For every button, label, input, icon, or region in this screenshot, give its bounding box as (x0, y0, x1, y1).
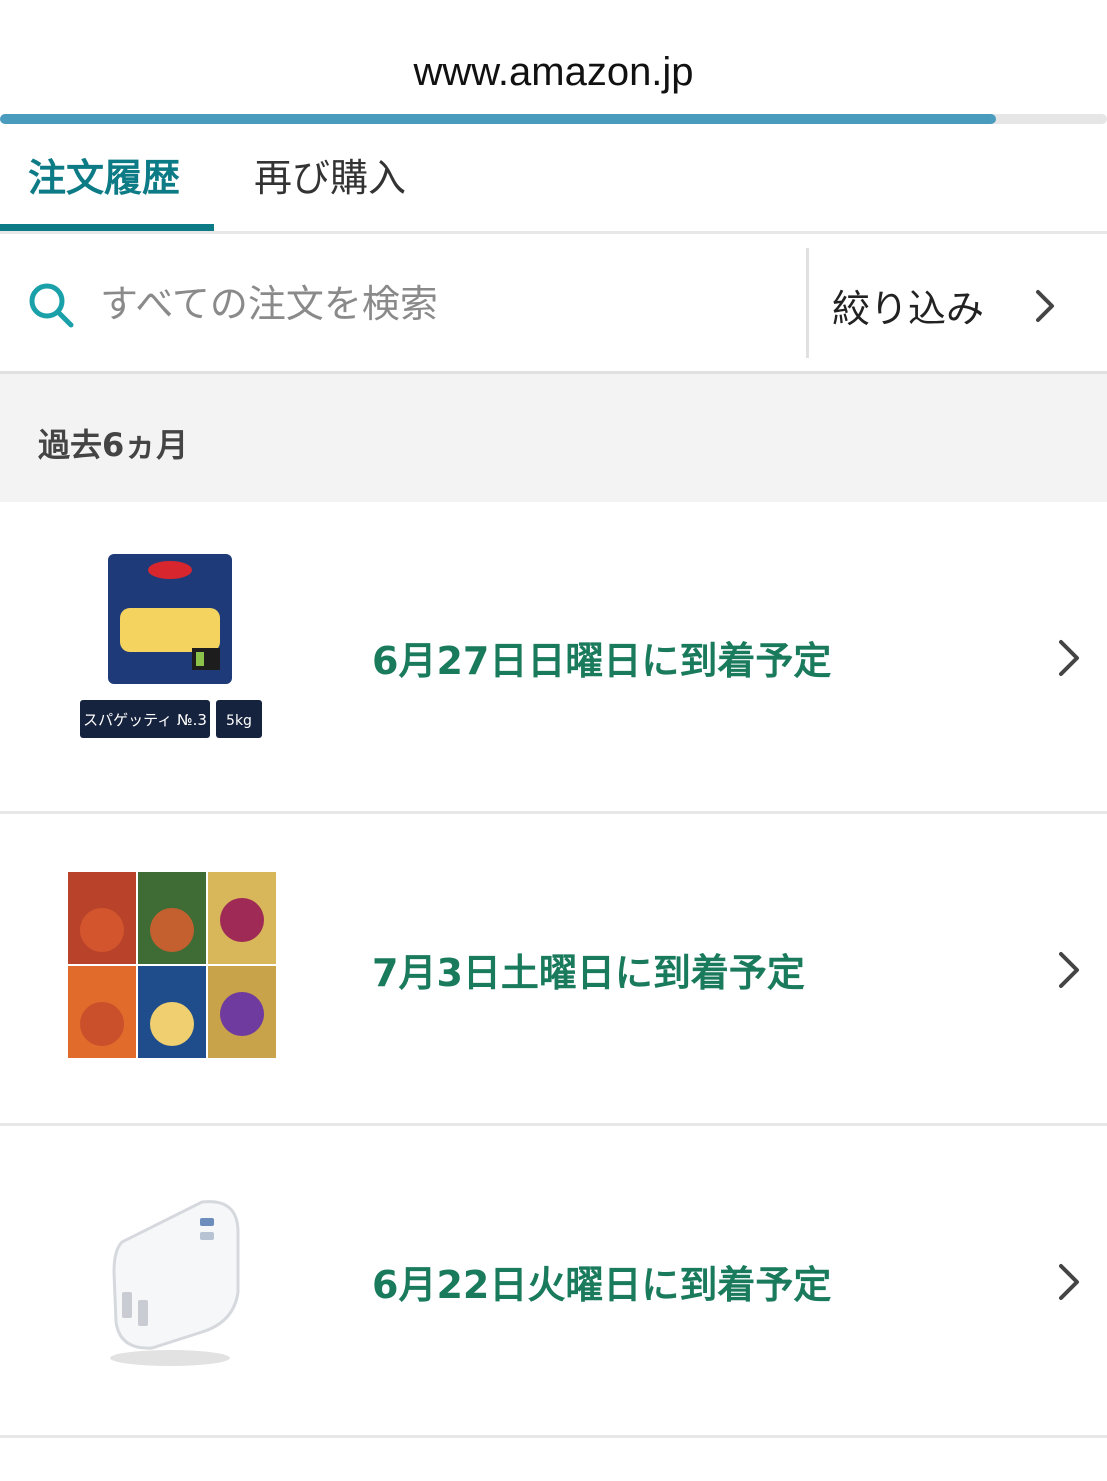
chevron-right-icon (1036, 290, 1054, 322)
order-delivery-status: 6月22日火曜日に到着予定 (372, 1263, 832, 1307)
order-row[interactable]: 7月3日土曜日に到着予定 (0, 814, 1107, 1126)
order-search-input[interactable] (100, 272, 790, 336)
browser-url-bar[interactable]: www.amazon.jp (0, 0, 1107, 128)
section-label: 過去6ヵ月 (38, 426, 189, 464)
chevron-right-icon (1059, 952, 1079, 988)
usb-charger-icon (110, 1200, 240, 1366)
svg-text:5kg: 5kg (226, 713, 252, 729)
tab-buy-again[interactable]: 再び購入 (254, 148, 406, 208)
chevron-right-icon (1059, 1264, 1079, 1300)
order-row[interactable]: 6月22日火曜日に到着予定 (0, 1126, 1107, 1438)
filter-label: 絞り込み (832, 287, 985, 331)
order-row[interactable]: スパゲッティ №.3 5kg 6月27日日曜日に到着予定 (0, 502, 1107, 814)
page-load-progress (0, 114, 1107, 124)
pasta-sauce-set-icon (68, 872, 276, 1058)
order-tabs: 注文履歴 再び購入 (0, 128, 1107, 234)
url-text[interactable]: www.amazon.jp (0, 50, 1107, 95)
spaghetti-package-icon: スパゲッティ №.3 5kg (80, 554, 262, 738)
active-tab-underline (0, 224, 214, 231)
order-delivery-status: 6月27日日曜日に到着予定 (372, 639, 832, 683)
search-icon (29, 283, 74, 328)
search-divider (806, 248, 809, 358)
tab-order-history[interactable]: 注文履歴 (28, 148, 180, 208)
filter-button[interactable]: 絞り込み (810, 234, 1107, 371)
chevron-right-icon (1059, 640, 1079, 676)
page-load-progress-fill (0, 114, 997, 124)
svg-text:スパゲッティ №.3: スパゲッティ №.3 (83, 711, 207, 729)
section-header: 過去6ヵ月 (0, 374, 1107, 502)
order-delivery-status: 7月3日土曜日に到着予定 (372, 951, 805, 995)
search-row: 絞り込み (0, 234, 1107, 374)
